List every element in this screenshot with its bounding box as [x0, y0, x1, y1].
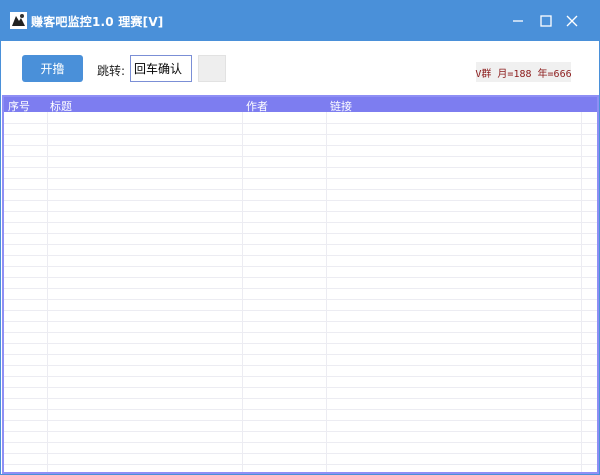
app-window: 赚客吧监控1.0 理赛[V] 开撸 跳转: V群 月=188 年=666 序号 … [0, 0, 600, 475]
group-info-label: V群 月=188 年=666 [475, 62, 572, 82]
blank-button[interactable] [198, 55, 226, 82]
jump-input[interactable] [130, 55, 192, 82]
list-header: 序号 标题 作者 链接 [4, 97, 597, 113]
start-button[interactable]: 开撸 [22, 55, 83, 82]
post-list[interactable]: 序号 标题 作者 链接 [2, 95, 599, 474]
title-bar[interactable]: 赚客吧监控1.0 理赛[V] [1, 1, 599, 41]
minimize-button[interactable] [508, 11, 528, 31]
grid-lines [4, 112, 597, 472]
app-logo-icon [10, 12, 27, 29]
close-icon [566, 15, 578, 27]
maximize-button[interactable] [536, 11, 556, 31]
minimize-icon [513, 20, 523, 22]
close-button[interactable] [562, 11, 582, 31]
jump-label: 跳转: [97, 64, 126, 78]
window-title: 赚客吧监控1.0 理赛[V] [31, 15, 164, 29]
maximize-icon [540, 15, 552, 27]
list-grid [4, 112, 597, 472]
